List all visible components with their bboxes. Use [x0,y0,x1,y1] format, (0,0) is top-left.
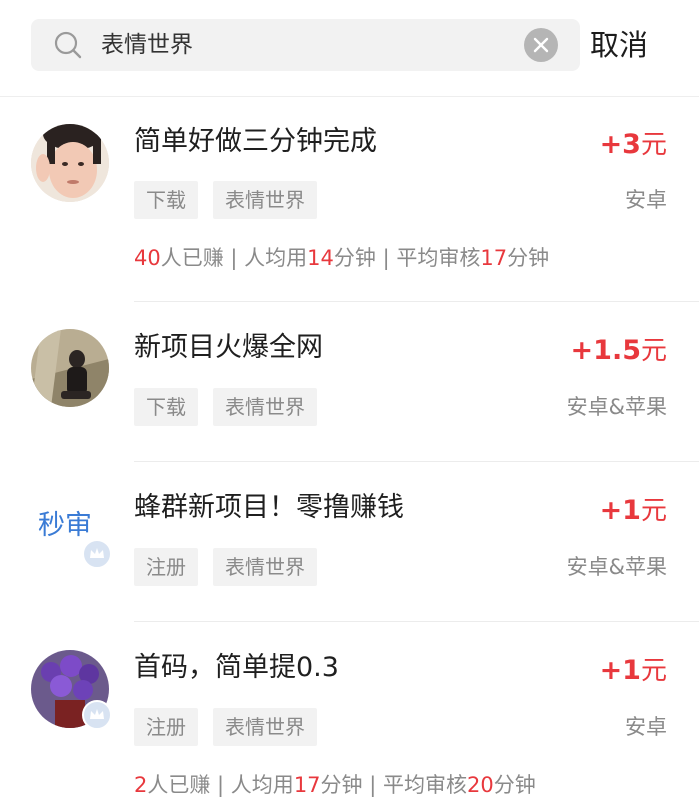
task-reward: +1元 [599,655,667,686]
crown-badge-icon [82,539,112,569]
tag-app: 表情世界 [213,708,317,746]
platform-label: 安卓 [625,188,667,212]
tag-app: 表情世界 [213,388,317,426]
task-list-item[interactable]: 新项目火爆全网 +1.5元 下载 表情世界 安卓&苹果 [0,302,699,462]
cancel-button[interactable]: 取消 [590,24,648,66]
task-title: 新项目火爆全网 [134,332,323,363]
crown-badge-icon [82,700,112,730]
task-list-item[interactable]: 简单好做三分钟完成 +3元 下载 表情世界 安卓 40人已赚 | 人均用14分钟… [0,97,699,302]
platform-label: 安卓&苹果 [566,555,667,579]
close-icon [533,37,549,53]
search-icon [54,31,82,59]
task-stats: 2人已赚 | 人均用17分钟 | 平均审核20分钟 [134,773,536,797]
avatar [31,124,109,202]
task-reward: +1元 [599,495,667,526]
platform-label: 安卓 [625,715,667,739]
clear-search-button[interactable] [524,28,558,62]
search-header: 表情世界 取消 [0,0,699,97]
task-reward: +3元 [599,129,667,160]
task-list-item[interactable]: 首码，简单提0.3 +1元 注册 表情世界 安卓 2人已赚 | 人均用17分钟 … [0,622,699,800]
tag-app: 表情世界 [213,181,317,219]
task-reward: +1.5元 [570,335,667,366]
tag-type: 注册 [134,548,198,586]
tag-type: 下载 [134,181,198,219]
task-title: 蜂群新项目！零撸赚钱 [134,492,404,523]
search-query: 表情世界 [101,32,193,58]
tag-app: 表情世界 [213,548,317,586]
search-input[interactable]: 表情世界 [31,19,580,71]
task-stats: 40人已赚 | 人均用14分钟 | 平均审核17分钟 [134,246,550,270]
task-title: 简单好做三分钟完成 [134,126,377,157]
task-title: 首码，简单提0.3 [134,652,339,683]
platform-label: 安卓&苹果 [566,395,667,419]
avatar [31,329,109,407]
tag-type: 注册 [134,708,198,746]
tag-type: 下载 [134,388,198,426]
task-list-item[interactable]: 秒审 蜂群新项目！零撸赚钱 +1元 注册 表情世界 安卓&苹果 [0,462,699,622]
avatar-text: 秒审 [38,510,92,541]
